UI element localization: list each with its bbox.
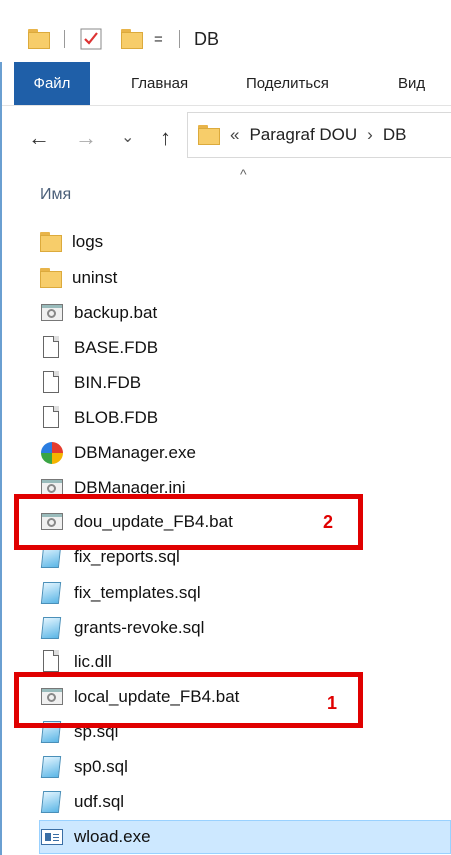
file-name: wload.exe: [74, 827, 151, 846]
address-bar[interactable]: « Paragraf DOU › DB: [187, 112, 451, 158]
annotation-number-2: 2: [323, 512, 334, 532]
file-name: uninst: [72, 268, 118, 287]
file-name: BIN.FDB: [74, 373, 142, 392]
file-name: fix_templates.sql: [74, 583, 201, 602]
file-name: grants-revoke.sql: [74, 618, 205, 637]
window-left-border: [0, 62, 2, 855]
sql-file-icon: [40, 581, 64, 605]
file-icon: [40, 371, 64, 395]
file-name: fix_reports.sql: [74, 547, 180, 566]
window-title: DB: [194, 28, 220, 49]
tab-view[interactable]: Вид: [398, 62, 425, 105]
list-item[interactable]: sp0.sql: [40, 751, 440, 783]
column-header-name[interactable]: Имя: [40, 186, 71, 204]
list-item-selected[interactable]: wload.exe: [39, 820, 451, 854]
list-item[interactable]: udf.sql: [40, 786, 440, 818]
list-item[interactable]: BIN.FDB: [40, 367, 440, 399]
sql-file-icon: [40, 790, 64, 814]
list-item[interactable]: logs: [40, 226, 440, 258]
file-name: logs: [72, 232, 104, 251]
dll-file-icon: [40, 650, 64, 674]
new-folder-icon[interactable]: [121, 26, 143, 52]
ribbon-tabs: Файл Главная Поделиться Вид: [0, 62, 451, 106]
list-item[interactable]: uninst: [40, 262, 440, 294]
list-item[interactable]: DBManager.exe: [40, 437, 440, 469]
address-folder-icon: [198, 125, 220, 145]
title-bar: = DB: [0, 0, 451, 62]
file-icon: [40, 336, 64, 360]
folder-icon: [40, 268, 62, 288]
toolbar-separator: [64, 30, 65, 48]
customize-toolbar-dropdown-icon[interactable]: =: [154, 26, 163, 52]
recent-locations-chevron-down-icon[interactable]: ⌄: [121, 127, 134, 147]
list-item[interactable]: backup.bat: [40, 297, 440, 329]
exe-window-icon: [40, 825, 64, 849]
list-item[interactable]: BLOB.FDB: [40, 402, 440, 434]
file-name: DBManager.exe: [74, 443, 196, 462]
file-name: BLOB.FDB: [74, 408, 159, 427]
list-item[interactable]: grants-revoke.sql: [40, 612, 440, 644]
title-separator: [179, 30, 180, 48]
highlight-box-2: [14, 494, 363, 550]
breadcrumb-db[interactable]: DB: [383, 125, 407, 145]
up-arrow-icon[interactable]: ↑: [160, 125, 171, 151]
batch-file-icon: [40, 301, 64, 325]
quick-access-folder-icon[interactable]: [28, 26, 50, 52]
list-item[interactable]: fix_templates.sql: [40, 577, 440, 609]
list-item[interactable]: BASE.FDB: [40, 332, 440, 364]
breadcrumb-paragraf-dou[interactable]: Paragraf DOU: [249, 125, 357, 145]
file-icon: [40, 406, 64, 430]
sort-ascending-icon: ^: [240, 166, 247, 182]
sql-file-icon: [40, 755, 64, 779]
file-name: udf.sql: [74, 792, 125, 811]
tab-home[interactable]: Главная: [131, 62, 188, 105]
sql-file-icon: [40, 616, 64, 640]
dbmanager-app-icon: [40, 441, 64, 465]
address-overflow-icon[interactable]: «: [230, 125, 239, 145]
tab-share[interactable]: Поделиться: [246, 62, 329, 105]
folder-icon: [40, 232, 62, 252]
back-arrow-icon[interactable]: ←: [28, 125, 50, 151]
highlight-box-1: [14, 672, 363, 728]
tab-file[interactable]: Файл: [14, 62, 90, 105]
file-name: lic.dll: [74, 652, 112, 671]
file-name: BASE.FDB: [74, 338, 159, 357]
file-name: sp0.sql: [74, 757, 128, 776]
breadcrumb-separator-icon[interactable]: ›: [367, 125, 373, 145]
forward-arrow-icon[interactable]: →: [75, 125, 97, 151]
properties-check-icon[interactable]: [80, 26, 102, 52]
file-name: backup.bat: [74, 303, 158, 322]
annotation-number-1: 1: [327, 693, 338, 713]
